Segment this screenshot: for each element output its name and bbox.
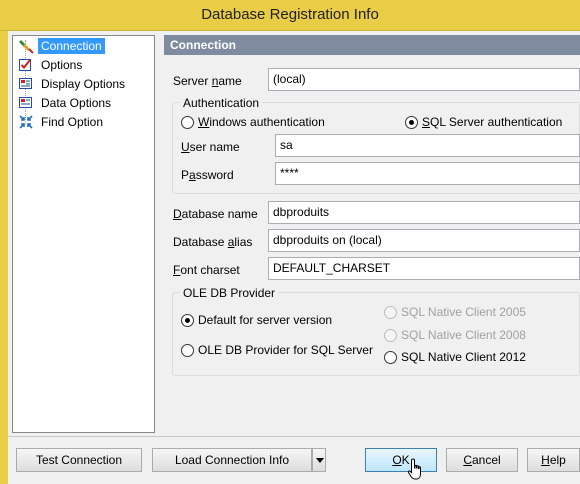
- connection-plug-icon: [18, 38, 34, 54]
- database-alias-input[interactable]: dbproduits on (local): [268, 229, 580, 252]
- radio-label: SQL Server authentication: [422, 115, 562, 129]
- label-text: elp: [549, 453, 566, 467]
- label-accel: O: [392, 453, 402, 467]
- database-name-input[interactable]: dbproduits: [268, 201, 580, 224]
- window-title: Database Registration Info: [201, 6, 379, 23]
- ole-db-provider-title: OLE DB Provider: [180, 286, 279, 300]
- server-name-label: Server name: [173, 74, 242, 88]
- section-header: Connection: [164, 35, 580, 55]
- find-arrows-icon: [18, 114, 34, 130]
- password-input[interactable]: ****: [275, 162, 580, 185]
- server-name-input[interactable]: (local): [268, 68, 580, 91]
- title-bar[interactable]: Database Registration Info: [0, 0, 580, 31]
- radio-indicator: [384, 328, 397, 342]
- label-text: ssword: [195, 168, 234, 182]
- ok-button[interactable]: OK: [365, 448, 437, 472]
- tree-item-label: Connection: [38, 38, 105, 54]
- section-title: Connection: [170, 38, 236, 52]
- label-accel: H: [541, 453, 550, 467]
- tree-item-data-options[interactable]: Data Options: [18, 94, 114, 112]
- native-client-2012-radio[interactable]: SQL Native Client 2012: [384, 350, 526, 364]
- radio-label: SQL Native Client 2005: [401, 305, 526, 319]
- radio-indicator: [384, 350, 397, 364]
- label-text: ont charset: [180, 263, 240, 277]
- label-text: Database: [173, 235, 228, 249]
- radio-label: Default for server version: [198, 313, 333, 327]
- label-text: indows authentication: [209, 115, 325, 129]
- label-text: ancel: [471, 453, 501, 467]
- tree-item-find-option[interactable]: Find Option: [18, 113, 106, 131]
- native-client-2005-radio[interactable]: SQL Native Client 2005: [384, 305, 526, 319]
- font-charset-label: Font charset: [173, 263, 240, 277]
- database-alias-label: Database alias: [173, 235, 252, 249]
- label-accel: D: [173, 207, 182, 221]
- native-client-2008-radio[interactable]: SQL Native Client 2008: [384, 328, 526, 342]
- hand-cursor-icon: [407, 458, 421, 480]
- tree-item-label: Options: [41, 58, 83, 72]
- radio-label: SQL Native Client 2008: [401, 328, 526, 342]
- radio-indicator: [181, 115, 194, 129]
- radio-indicator: [181, 343, 194, 357]
- window-frame: [0, 31, 8, 484]
- tree-item-label: Find Option: [41, 115, 104, 129]
- display-options-icon: [18, 76, 34, 92]
- tree-item-label: Data Options: [41, 96, 112, 110]
- navigation-tree[interactable]: Connection Options Display Options Data …: [12, 35, 155, 433]
- label-text: ser name: [189, 140, 240, 154]
- windows-auth-radio[interactable]: Windows authentication: [181, 115, 325, 129]
- user-name-label: User name: [181, 140, 240, 154]
- tree-item-connection[interactable]: Connection: [18, 37, 105, 55]
- ole-db-provider-sql-radio[interactable]: OLE DB Provider for SQL Server: [181, 343, 373, 357]
- test-connection-button[interactable]: Test Connection: [16, 448, 142, 472]
- database-name-label: Database name: [173, 207, 258, 221]
- help-button[interactable]: Help: [527, 448, 580, 472]
- radio-label: OLE DB Provider for SQL Server: [198, 343, 373, 357]
- label-text: lias: [234, 235, 253, 249]
- label-text: ame: [218, 74, 242, 88]
- user-name-input[interactable]: sa: [275, 134, 580, 157]
- label-accel: W: [198, 115, 210, 129]
- label-accel: U: [181, 140, 190, 154]
- cancel-button[interactable]: Cancel: [446, 448, 518, 472]
- label-text: atabase name: [181, 207, 258, 221]
- data-options-icon: [18, 95, 34, 111]
- radio-label: Windows authentication: [198, 115, 325, 129]
- load-connection-dropdown-arrow[interactable]: [312, 448, 326, 472]
- tree-item-label: Display Options: [41, 77, 126, 91]
- password-label: Password: [181, 168, 234, 182]
- tree-item-options[interactable]: Options: [18, 56, 85, 74]
- radio-label: SQL Native Client 2012: [401, 350, 526, 364]
- authentication-title: Authentication: [180, 96, 263, 110]
- label-text: QL Server authentication: [430, 115, 563, 129]
- label-text: P: [181, 168, 190, 182]
- radio-indicator: [384, 305, 397, 319]
- options-checkbox-icon: [18, 57, 34, 73]
- button-bar-divider: [8, 436, 580, 437]
- label-accel: a: [189, 168, 196, 182]
- font-charset-select[interactable]: DEFAULT_CHARSET: [268, 257, 580, 280]
- label-accel: S: [422, 115, 431, 129]
- label-accel: C: [463, 453, 472, 467]
- default-server-version-radio[interactable]: Default for server version: [181, 313, 332, 327]
- radio-indicator: [181, 313, 194, 327]
- radio-indicator: [405, 115, 418, 129]
- sql-auth-radio[interactable]: SQL Server authentication: [405, 115, 562, 129]
- tree-item-display-options[interactable]: Display Options: [18, 75, 128, 93]
- load-connection-info-button[interactable]: Load Connection Info: [152, 448, 312, 472]
- label-text: Server: [173, 74, 212, 88]
